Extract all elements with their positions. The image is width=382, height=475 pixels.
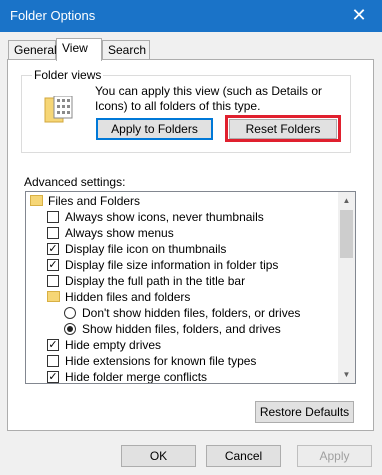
folder-views-title: Folder views [32, 68, 104, 82]
reset-folders-highlight [225, 115, 341, 142]
ok-button[interactable]: OK [121, 445, 196, 467]
scroll-down-icon[interactable]: ▼ [338, 366, 355, 383]
checkbox[interactable] [47, 275, 59, 287]
radio-button-selected[interactable] [64, 323, 76, 335]
checkbox-checked[interactable]: ✓ [47, 371, 59, 383]
cancel-button[interactable]: Cancel [206, 445, 281, 467]
folder-icon [47, 291, 60, 302]
checkbox[interactable] [47, 355, 59, 367]
radio-button[interactable] [64, 307, 76, 319]
checkbox[interactable] [47, 211, 59, 223]
folder-icon [30, 195, 43, 206]
advanced-settings-list[interactable]: Files and Folders Always show icons, nev… [25, 191, 356, 384]
checkbox-checked[interactable]: ✓ [47, 243, 59, 255]
tab-general[interactable]: General [8, 40, 57, 60]
restore-defaults-button[interactable]: Restore Defaults [255, 401, 354, 423]
checkbox-checked[interactable]: ✓ [47, 339, 59, 351]
window-title: Folder Options [10, 8, 96, 23]
vertical-scrollbar[interactable]: ▲ ▼ [338, 192, 355, 383]
scroll-up-icon[interactable]: ▲ [338, 192, 355, 209]
checkbox[interactable] [47, 227, 59, 239]
close-icon[interactable]: ✕ [336, 0, 382, 32]
scroll-thumb[interactable] [340, 210, 353, 258]
advanced-settings-label: Advanced settings: [24, 175, 126, 189]
tab-search[interactable]: Search [102, 40, 150, 60]
checkbox-checked[interactable]: ✓ [47, 259, 59, 271]
folder-views-description: You can apply this view (such as Details… [95, 84, 323, 113]
folder-views-icon [42, 95, 76, 126]
tab-view[interactable]: View [56, 38, 102, 61]
title-bar: Folder Options ✕ [0, 0, 382, 32]
apply-to-folders-button[interactable]: Apply to Folders [96, 118, 213, 140]
apply-button: Apply [297, 445, 372, 467]
